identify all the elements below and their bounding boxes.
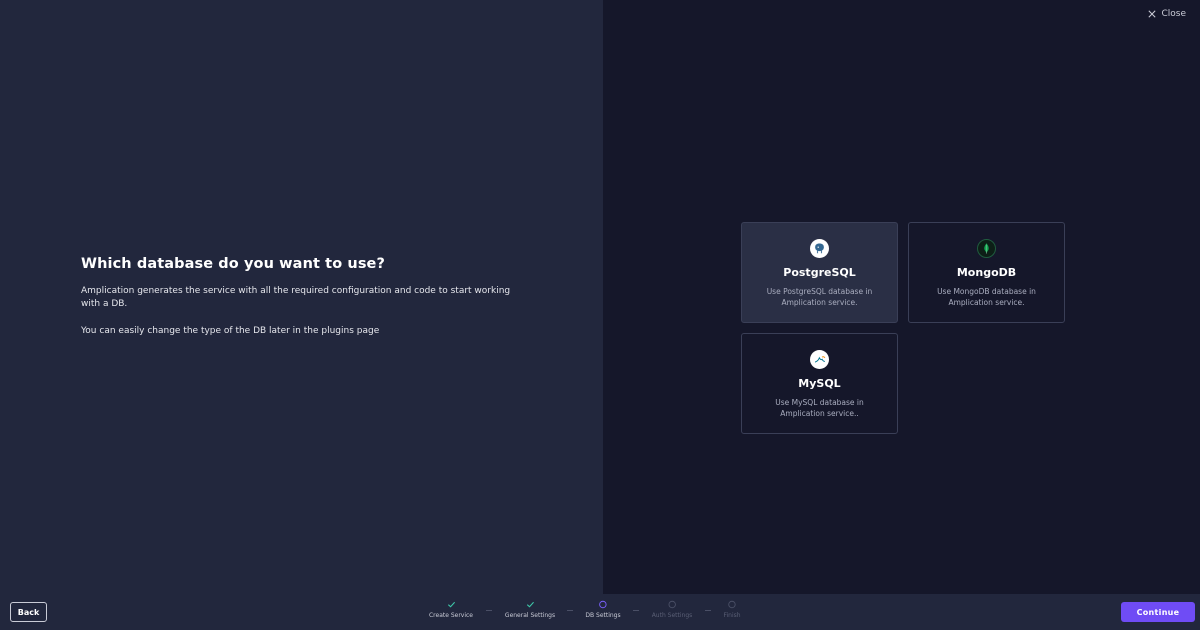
step-label: Create Service <box>428 612 474 619</box>
left-panel: Which database do you want to use? Ampli… <box>0 0 603 594</box>
mysql-icon <box>810 350 829 369</box>
step-label: Auth Settings <box>651 612 693 619</box>
step-auth-settings: Auth Settings <box>651 600 693 619</box>
step-separator <box>567 610 573 611</box>
page-description: Amplication generates the service with a… <box>81 286 511 309</box>
database-description: Use PostgreSQL database in Amplication s… <box>766 287 873 307</box>
postgresql-icon <box>810 239 829 258</box>
close-button[interactable]: Close <box>1148 9 1186 19</box>
step-separator <box>705 610 711 611</box>
database-name: MongoDB <box>956 266 1017 279</box>
database-name: PostgreSQL <box>783 266 856 279</box>
step-separator <box>633 610 639 611</box>
database-description: Use MySQL database in Amplication servic… <box>775 398 864 418</box>
step-label: General Settings <box>504 612 556 619</box>
right-panel: Close <box>603 0 1200 594</box>
database-card-postgresql[interactable]: PostgreSQL Use PostgreSQL database in Am… <box>741 222 898 323</box>
check-icon <box>525 600 534 609</box>
pending-step-circle-icon <box>728 600 737 609</box>
database-card-mysql[interactable]: MySQL Use MySQL database in Amplication … <box>741 333 898 434</box>
database-description: Use MongoDB database in Amplication serv… <box>937 287 1036 307</box>
step-create-service: Create Service <box>429 600 473 619</box>
check-icon <box>447 600 456 609</box>
step-general-settings: General Settings <box>505 600 555 619</box>
step-label: DB Settings <box>585 612 621 619</box>
step-label: Finish <box>723 612 741 619</box>
page-hint: You can easily change the type of the DB… <box>81 326 380 336</box>
page-title: Which database do you want to use? <box>81 256 386 272</box>
continue-button[interactable]: Continue <box>1121 602 1195 622</box>
back-button[interactable]: Back <box>10 602 47 622</box>
close-icon <box>1148 10 1157 18</box>
step-finish: Finish <box>723 600 741 619</box>
step-separator <box>486 610 492 611</box>
step-db-settings: DB Settings <box>585 600 621 619</box>
database-card-mongodb[interactable]: MongoDB Use MongoDB database in Amplicat… <box>908 222 1065 323</box>
close-label: Close <box>1161 9 1186 19</box>
current-step-circle-icon <box>598 600 607 609</box>
mongodb-icon <box>977 239 996 258</box>
database-name: MySQL <box>798 377 841 390</box>
pending-step-circle-icon <box>668 600 677 609</box>
wizard-footer: Back Create Service General Settings DB … <box>0 594 1200 630</box>
